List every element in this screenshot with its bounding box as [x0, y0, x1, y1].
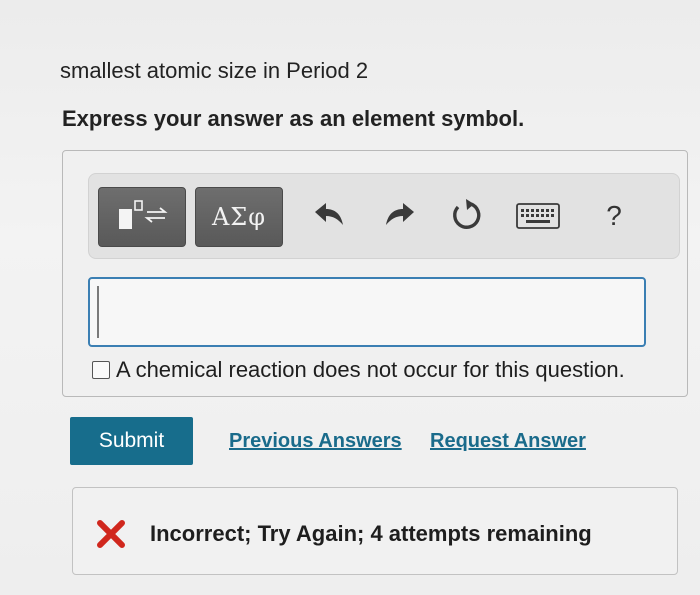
previous-answers-link[interactable]: Previous Answers [229, 430, 402, 453]
undo-icon [315, 203, 343, 225]
question-page: smallest atomic size in Period 2 Express… [0, 0, 700, 595]
greek-symbols-button[interactable]: ΑΣφ [195, 187, 283, 247]
no-reaction-option[interactable]: A chemical reaction does not occur for t… [92, 357, 625, 383]
help-button[interactable]: ? [590, 192, 638, 240]
undo-button[interactable] [306, 192, 354, 240]
template-button[interactable] [98, 187, 186, 247]
incorrect-x-icon [97, 520, 125, 548]
answer-input[interactable] [88, 277, 646, 347]
question-prompt: smallest atomic size in Period 2 [60, 58, 369, 83]
answer-instruction: Express your answer as an element symbol… [62, 106, 525, 131]
text-caret [97, 286, 99, 338]
reset-icon [453, 199, 481, 229]
submit-button[interactable]: Submit [70, 417, 193, 465]
keyboard-icon [516, 203, 560, 229]
request-answer-link[interactable]: Request Answer [430, 430, 586, 453]
redo-button[interactable] [375, 192, 423, 240]
feedback-message: Incorrect; Try Again; 4 attempts remaini… [150, 521, 592, 546]
no-reaction-checkbox[interactable] [92, 361, 110, 379]
reset-button[interactable] [443, 192, 491, 240]
no-reaction-label: A chemical reaction does not occur for t… [116, 357, 625, 382]
redo-icon [386, 203, 414, 225]
template-subscript-equilibrium-icon [119, 200, 168, 229]
keyboard-button[interactable] [514, 192, 562, 240]
